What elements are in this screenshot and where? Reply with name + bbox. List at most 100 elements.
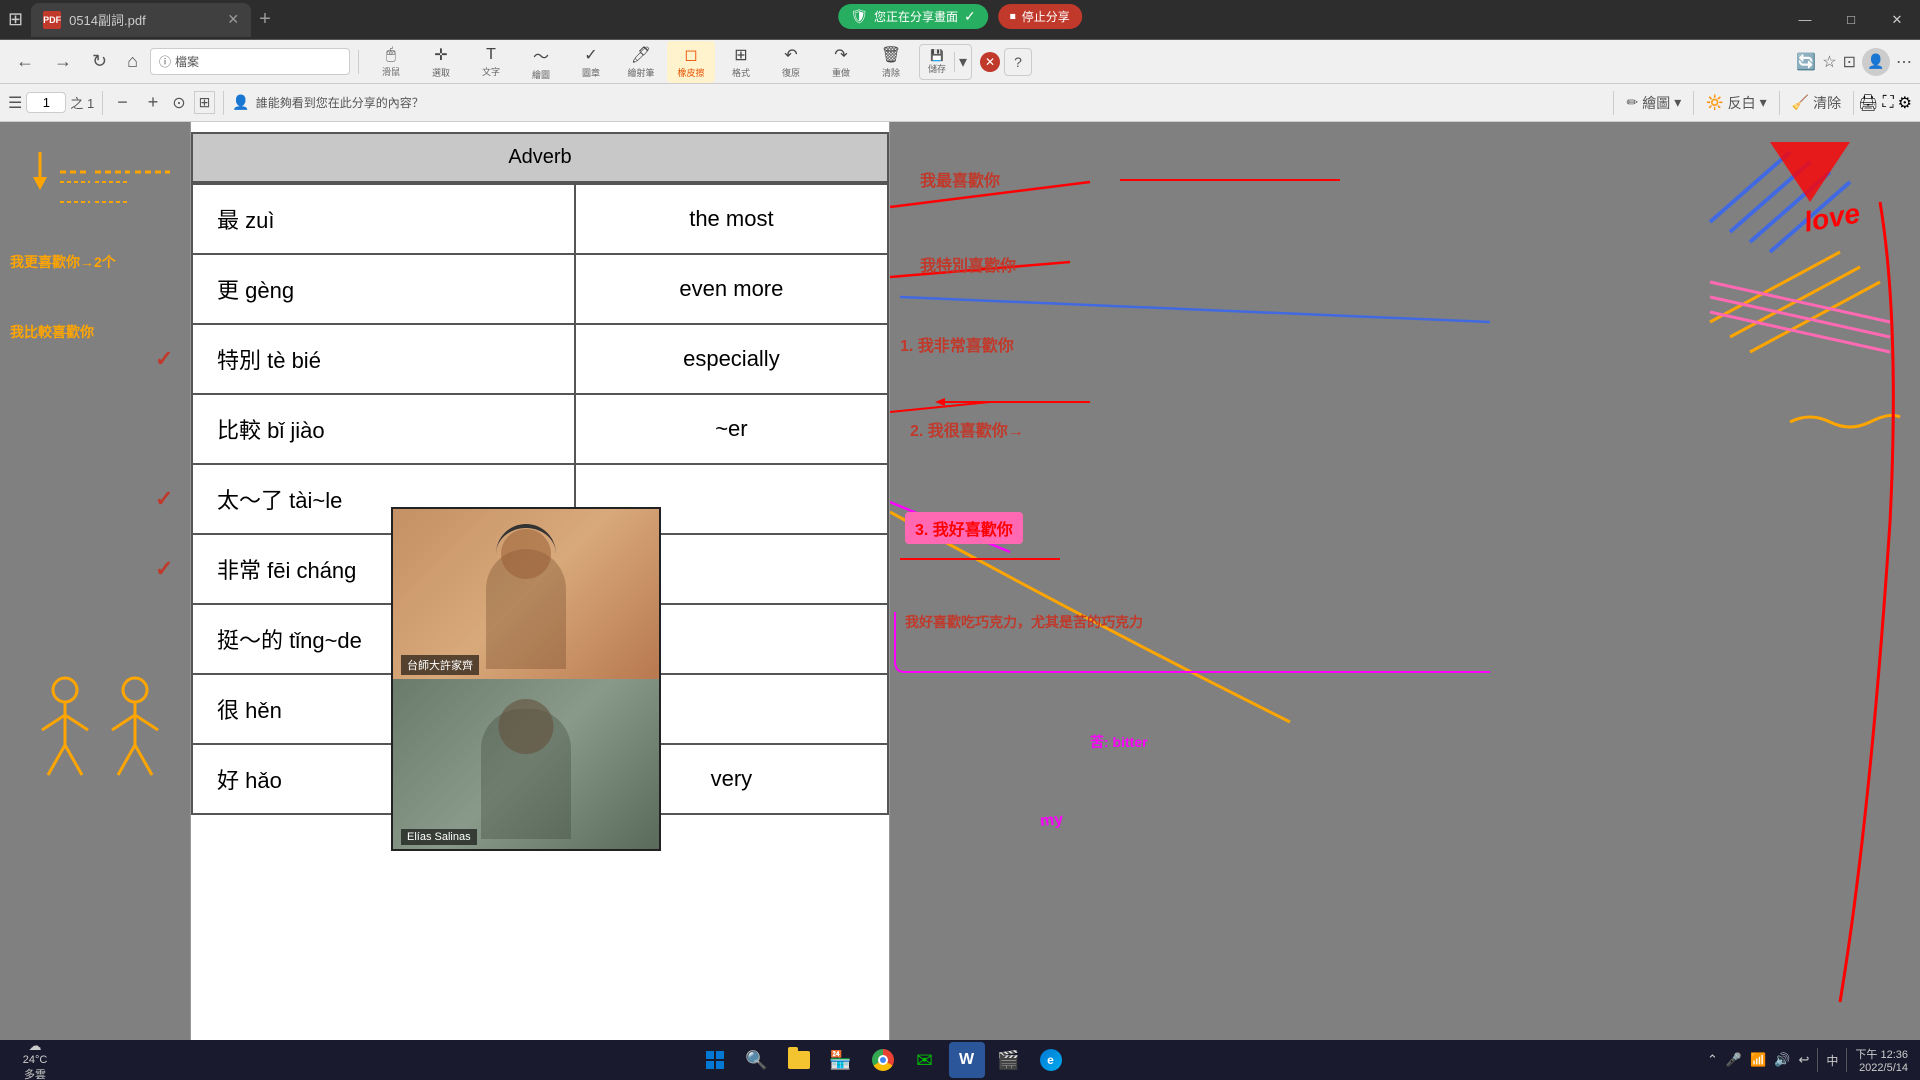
minimize-button[interactable]: —	[1782, 0, 1828, 40]
undo-tray-icon[interactable]: ↩	[1798, 1052, 1809, 1068]
draw-tool[interactable]: 〜 繪圖	[517, 39, 565, 85]
english-cell: the most	[575, 184, 888, 254]
page-nav: ☰ 之 1	[8, 92, 94, 113]
taskbar-weather: ☁ 24°C 多雲	[0, 1038, 70, 1080]
main-area: 我更喜歡你→2个 我比較喜歡你 Adverb	[0, 122, 1920, 1040]
store-button[interactable]: 🏪	[823, 1042, 859, 1078]
save-button[interactable]: 💾 儲存	[920, 45, 954, 79]
address-bar[interactable]: ⓘ 檔案	[150, 48, 350, 75]
home-button[interactable]: ⌂	[119, 47, 146, 76]
mouse-tool[interactable]: 🖱 滑鼠	[367, 42, 415, 82]
erase-label: 清除	[1813, 93, 1841, 113]
tab-title: 0514副詞.pdf	[69, 10, 146, 29]
new-tab-button[interactable]: +	[259, 8, 271, 31]
wifi-icon[interactable]: 📶	[1750, 1052, 1766, 1068]
close-button[interactable]: ✕	[1874, 0, 1920, 40]
toolbar-row1: ← → ↻ ⌂ ⓘ 檔案 🖱 滑鼠 ✛ 選取 T 文字 〜 繪圖 ✓ 圖章 🖊	[0, 40, 1920, 84]
right-annotation-1: 我最喜歡你	[920, 167, 1000, 191]
eraser-icon: ◻	[684, 45, 697, 65]
mic-icon[interactable]: 🎤	[1726, 1052, 1742, 1068]
refresh-icon[interactable]: 🔄	[1796, 52, 1816, 72]
weather-temp: 24°C	[23, 1054, 48, 1066]
redo-tool[interactable]: ↷ 重做	[817, 41, 865, 83]
back-button[interactable]: ←	[8, 47, 42, 76]
zoom-in-button[interactable]: +	[142, 90, 165, 115]
video-button[interactable]: 🎬	[991, 1042, 1027, 1078]
table-row: 最 zuì the most	[192, 184, 888, 254]
print-button[interactable]: 🖨	[1858, 93, 1878, 113]
browser-tab[interactable]: PDF 0514副詞.pdf ✕	[31, 3, 251, 37]
zoom-fit-button[interactable]: ⊙	[172, 93, 185, 113]
forward-button[interactable]: →	[46, 47, 80, 76]
erase-button[interactable]: 🧹 清除	[1784, 89, 1849, 117]
zoom-out-button[interactable]: −	[111, 90, 134, 115]
clear-tool[interactable]: 🗑 清除	[867, 41, 915, 83]
draw-mode-button[interactable]: ✏ 繪圖 ▾	[1618, 89, 1689, 117]
word-button[interactable]: W	[949, 1042, 985, 1078]
fullscreen-button[interactable]: ⛶	[1882, 94, 1893, 112]
highlight-button[interactable]: 🔆 反白 ▾	[1698, 89, 1774, 117]
language-indicator[interactable]: 中	[1826, 1052, 1838, 1069]
share-icon[interactable]: ⊡	[1843, 52, 1856, 72]
search-button[interactable]: 🔍	[739, 1042, 775, 1078]
chinese-cell: ✓ 特別 tè bié	[192, 324, 575, 394]
volume-icon[interactable]: 🔊	[1774, 1052, 1790, 1068]
save-dropdown-icon[interactable]: ▾	[954, 52, 971, 72]
profile-icon[interactable]: 👤	[1862, 48, 1890, 76]
text-tool[interactable]: T 文字	[467, 42, 515, 82]
refresh-button[interactable]: ↻	[84, 47, 115, 76]
taskbar-right: ⌃ 🎤 📶 🔊 ↩ 中 下午 12:36 2022/5/14	[1695, 1046, 1920, 1074]
divider6	[1853, 91, 1854, 115]
star-icon[interactable]: ☆	[1822, 52, 1836, 72]
text-icon: T	[486, 46, 496, 64]
maximize-button[interactable]: □	[1828, 0, 1874, 40]
file-explorer-button[interactable]	[781, 1042, 817, 1078]
save-button-group[interactable]: 💾 儲存 ▾	[919, 44, 972, 80]
pen-tool[interactable]: 🖊 繪射筆	[617, 41, 665, 83]
chrome-button[interactable]	[865, 1042, 901, 1078]
more-icon[interactable]: ⋯	[1896, 52, 1912, 72]
select-tool[interactable]: ✛ 選取	[417, 41, 465, 83]
tray-divider	[1817, 1048, 1818, 1072]
top-right-icons: 🔄 ☆ ⊡ 👤 ⋯	[1796, 48, 1912, 76]
page-number-input[interactable]	[26, 92, 66, 113]
redo-label: 重做	[832, 66, 850, 79]
save-icon: 💾	[930, 49, 944, 62]
stop-sharing-button[interactable]: ⏹ 停止分享	[998, 4, 1082, 29]
settings-button[interactable]: ⚙	[1898, 93, 1912, 113]
browser-chrome: ⊞ PDF 0514副詞.pdf ✕ + 🛡 您正在分享畫面 ✓ ⏹ 停止分享 …	[0, 0, 1920, 40]
divider5	[1779, 91, 1780, 115]
record-dot: ⏹	[1010, 9, 1016, 24]
tray-up-arrow[interactable]: ⌃	[1707, 1052, 1718, 1068]
edge-button[interactable]: e	[1033, 1042, 1069, 1078]
page-view-icon[interactable]: ⊞	[8, 9, 23, 30]
table-row: 更 gèng even more	[192, 254, 888, 324]
menu-button[interactable]: ☰	[8, 93, 22, 113]
checkmark: ✓	[155, 556, 173, 582]
right-annotations-svg	[890, 122, 1920, 1040]
tab-close-button[interactable]: ✕	[227, 11, 239, 28]
taskbar-datetime: 下午 12:36 2022/5/14	[1855, 1046, 1908, 1074]
select-icon: ✛	[434, 45, 447, 65]
save-label: 儲存	[928, 62, 946, 75]
taskbar: ☁ 24°C 多雲 🔍 🏪 ✉ W 🎬	[0, 1040, 1920, 1080]
right-annotation-bitter: 苦: bitter	[1090, 732, 1148, 752]
fit-page-button[interactable]: ⊞	[194, 91, 216, 114]
eraser-tool[interactable]: ◻ 橡皮擦	[667, 41, 715, 83]
mouse-label: 滑鼠	[382, 65, 400, 78]
pdf-page: Adverb 最 zuì the most 更 gèng even more ✓	[190, 122, 890, 1040]
divider4	[1693, 91, 1694, 115]
undo-tool[interactable]: ↶ 復原	[767, 41, 815, 83]
right-annotation-6: 我好喜歡吃巧克力，尤其是苦的巧克力	[905, 612, 1143, 632]
line-button[interactable]: ✉	[907, 1042, 943, 1078]
format-tool[interactable]: ⊞ 格式	[717, 41, 765, 83]
help-button[interactable]: ?	[1004, 48, 1032, 76]
info-icon: ⓘ	[159, 53, 171, 70]
close-red-button[interactable]: ✕	[980, 52, 1000, 72]
stamp-tool[interactable]: ✓ 圖章	[567, 41, 615, 83]
english-cell: even more	[575, 254, 888, 324]
pen-icon: 🖊	[631, 45, 651, 65]
start-button[interactable]	[697, 1042, 733, 1078]
chinese-cell: 更 gèng	[192, 254, 575, 324]
stamp-label: 圖章	[582, 66, 600, 79]
